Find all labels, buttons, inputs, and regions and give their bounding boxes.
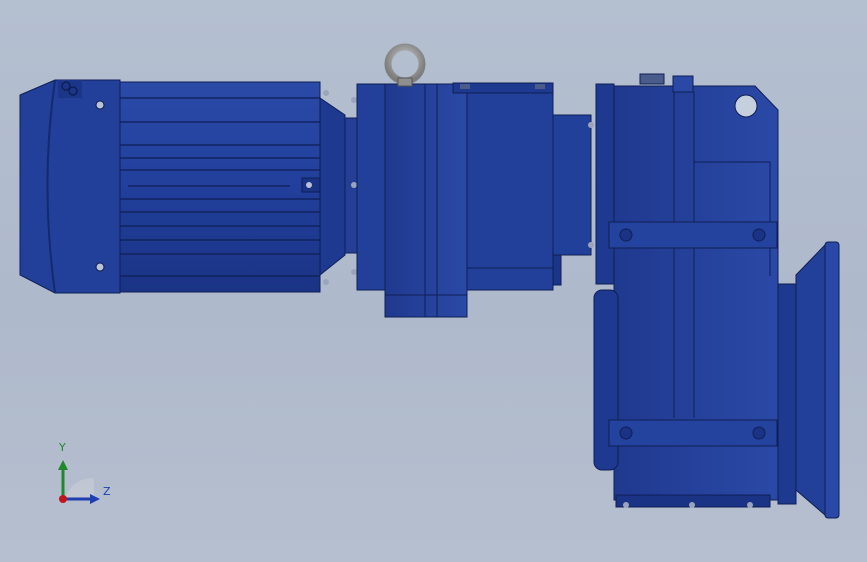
gear-motor-model[interactable] — [0, 0, 867, 562]
adapter-flange[interactable] — [319, 90, 358, 285]
motor-fan-cover[interactable] — [19, 79, 121, 294]
z-axis-label: Z — [103, 485, 111, 498]
y-axis-label: Y — [59, 441, 66, 454]
coupling-housing[interactable] — [552, 114, 594, 286]
coordinate-triad: Y Z — [48, 438, 128, 510]
output-flange[interactable] — [777, 241, 840, 519]
graphics-viewport[interactable]: Y Z — [0, 0, 867, 562]
primary-gear-stage[interactable] — [356, 82, 554, 318]
motor[interactable] — [119, 81, 325, 293]
lifting-eye[interactable] — [384, 43, 426, 87]
